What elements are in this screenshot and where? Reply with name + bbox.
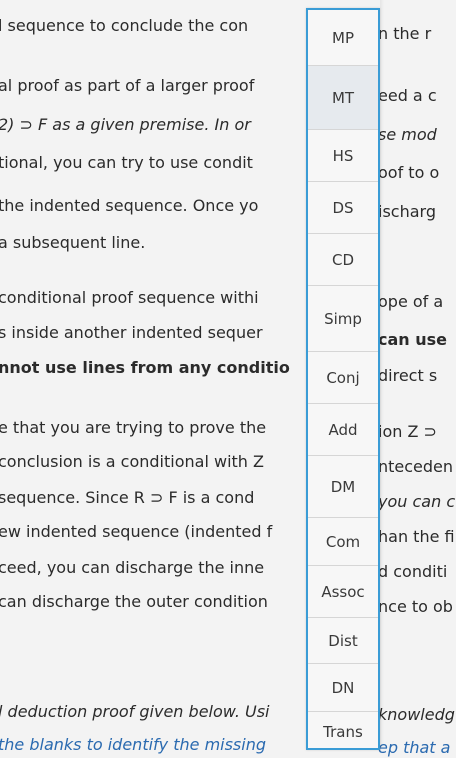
text-line: ischarg (378, 202, 436, 221)
text-line: the blanks to identify the missing (0, 735, 267, 754)
dropdown-option-dn[interactable]: DN (308, 664, 378, 712)
text-line: ope of a (378, 292, 444, 311)
text-line: ceed, you can discharge the inne (0, 558, 265, 577)
text-line: se mod (378, 125, 437, 144)
text-line: can discharge the outer condition (0, 592, 268, 611)
text-line: a subsequent line. (0, 233, 146, 252)
text-line: l deduction proof given below. Usi (0, 702, 270, 721)
text-line: nnot use lines from any conditio (0, 358, 290, 377)
panel-shadow (380, 0, 384, 748)
text-line: han the fi (378, 527, 455, 546)
text-line: nteceden (378, 457, 454, 476)
dropdown-option-conj[interactable]: Conj (308, 352, 378, 404)
rule-dropdown-list[interactable]: MP MT HS DS CD Simp Conj Add DM Com Asso… (306, 8, 380, 750)
text-line: sequence. Since R ⊃ F is a cond (0, 488, 255, 507)
text-line: l sequence to conclude the con (0, 16, 249, 35)
text-line: d conditi (378, 562, 448, 581)
text-line: eed a c (378, 86, 437, 105)
dropdown-option-mp[interactable]: MP (308, 10, 378, 66)
dropdown-option-dist[interactable]: Dist (308, 618, 378, 664)
text-line: can use (378, 330, 448, 349)
text-line: conditional proof sequence withi (0, 288, 259, 307)
dropdown-option-cd[interactable]: CD (308, 234, 378, 286)
text-line: al proof as part of a larger proof (0, 76, 255, 95)
text-line: 2) ⊃ F as a given premise. In or (0, 115, 251, 134)
dropdown-option-trans[interactable]: Trans (308, 712, 378, 752)
dropdown-option-mt[interactable]: MT (308, 66, 378, 130)
lesson-text-background: l sequence to conclude the con al proof … (0, 0, 456, 757)
text-line: conclusion is a conditional with Z (0, 452, 264, 471)
text-line: e that you are trying to prove the (0, 418, 267, 437)
dropdown-option-ds[interactable]: DS (308, 182, 378, 234)
dropdown-option-hs[interactable]: HS (308, 130, 378, 182)
text-line: direct s (378, 366, 438, 385)
text-line: ion Z ⊃ (378, 422, 437, 441)
dropdown-option-assoc[interactable]: Assoc (308, 566, 378, 618)
text-line: s inside another indented sequer (0, 323, 263, 342)
text-line: n the r (378, 24, 432, 43)
text-line: the indented sequence. Once yo (0, 196, 259, 215)
dropdown-option-simp[interactable]: Simp (308, 286, 378, 352)
text-line: you can c (378, 492, 456, 511)
text-line: knowledg (378, 705, 455, 724)
text-line: nce to ob (378, 597, 453, 616)
text-line: ep that a (378, 738, 451, 757)
dropdown-option-com[interactable]: Com (308, 518, 378, 566)
dropdown-option-dm[interactable]: DM (308, 456, 378, 518)
text-line: tional, you can try to use condit (0, 153, 253, 172)
text-line: ew indented sequence (indented f (0, 522, 273, 541)
text-line: oof to o (378, 163, 440, 182)
dropdown-option-add[interactable]: Add (308, 404, 378, 456)
